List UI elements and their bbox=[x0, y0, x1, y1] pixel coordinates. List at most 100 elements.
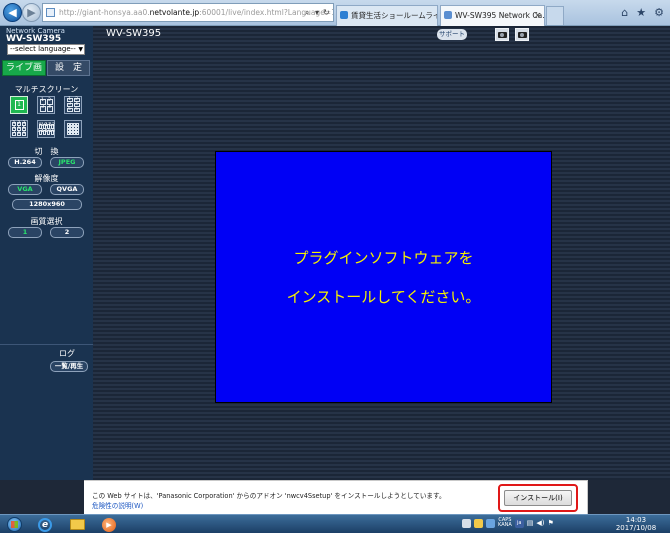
page-icon bbox=[46, 8, 55, 17]
taskbar-ie[interactable]: e bbox=[32, 515, 58, 533]
network-icon[interactable]: ▤ bbox=[527, 519, 534, 527]
start-button[interactable] bbox=[3, 515, 25, 533]
single-screen-button[interactable]: 1 bbox=[10, 96, 28, 114]
quad-grid-icon: 1 2 3 4 bbox=[39, 98, 53, 112]
thirteen-grid-icon: 9 10 11 12 13 14 15 16 bbox=[37, 122, 55, 135]
folder-icon bbox=[69, 519, 85, 530]
snapshot-button-2[interactable] bbox=[515, 28, 529, 41]
jpeg-button[interactable]: JPEG bbox=[50, 157, 84, 168]
ime-indicator[interactable]: CAPS KANA bbox=[498, 518, 512, 528]
live-mode-button[interactable]: ライブ画 bbox=[2, 60, 46, 76]
url-domain-a: giant-honsya.aa0. bbox=[81, 8, 150, 17]
system-tray: CAPS KANA ja ▤ ◀) ⚑ bbox=[462, 518, 554, 528]
arrow-right-icon: ▶ bbox=[27, 6, 36, 19]
tray-app-icon[interactable] bbox=[462, 518, 471, 528]
risk-explanation-link[interactable]: 危険性の説明(W) bbox=[92, 500, 143, 510]
multiscreen-label: マルチスクリーン bbox=[14, 85, 79, 94]
vga-button[interactable]: VGA bbox=[8, 184, 42, 195]
gear-icon[interactable]: ⚙ bbox=[654, 6, 664, 19]
page-title: WV-SW395 bbox=[106, 28, 162, 39]
back-button[interactable]: ◀ bbox=[3, 3, 22, 22]
plugin-message-line2: インストールしてください。 bbox=[286, 288, 481, 306]
clock-date: 2017/10/08 bbox=[615, 524, 657, 532]
chevron-down-icon: ▼ bbox=[78, 46, 83, 53]
search-icon[interactable]: ⌕ bbox=[305, 4, 309, 21]
cell: 16 bbox=[76, 132, 79, 135]
windows-logo-icon bbox=[6, 517, 22, 532]
taskbar-media[interactable]: ▶ bbox=[96, 515, 122, 533]
quality-2-button[interactable]: 2 bbox=[50, 227, 84, 238]
cell: 6 bbox=[73, 106, 80, 112]
cell: 7 bbox=[12, 130, 16, 136]
quality-1-button[interactable]: 1 bbox=[8, 227, 42, 238]
screen-1-icon: 1 bbox=[14, 100, 24, 110]
cell: 3 bbox=[39, 105, 46, 112]
tray-app-icon[interactable] bbox=[486, 518, 495, 528]
clock-time: 14:03 bbox=[625, 516, 647, 524]
cell: 4 bbox=[46, 105, 53, 112]
tab-label: WV-SW395 Network Ca... bbox=[455, 11, 545, 20]
log-label: ログ bbox=[59, 349, 75, 358]
sixteen-grid-icon: 1 2 3 4 5 6 7 8 9 10 11 12 13 14 15 16 bbox=[67, 123, 79, 135]
flag-icon[interactable]: ⚑ bbox=[548, 519, 554, 527]
cell: 16 bbox=[49, 128, 55, 135]
clock[interactable]: 14:03 2017/10/08 bbox=[612, 516, 660, 532]
taskbar: e ▶ CAPS KANA ja ▤ ◀) ⚑ 14:03 2017/10/08 bbox=[0, 514, 670, 533]
page-icon bbox=[444, 11, 452, 19]
forward-button[interactable]: ▶ bbox=[22, 3, 41, 22]
divider bbox=[0, 344, 93, 345]
sixteen-screen-button[interactable]: 1 2 3 4 5 6 7 8 9 10 11 12 13 14 15 16 bbox=[64, 120, 82, 138]
h264-button[interactable]: H.264 bbox=[8, 157, 42, 168]
internet-explorer-icon: e bbox=[38, 517, 52, 532]
log-list-button[interactable]: 一覧/再生 bbox=[50, 361, 88, 372]
dropdown-icon[interactable]: ▾ bbox=[315, 4, 319, 21]
thirteen-screen-button[interactable]: 9 10 11 12 13 14 15 16 bbox=[37, 120, 55, 138]
addon-message: この Web サイトは、'Panasonic Corporation' からのア… bbox=[92, 492, 446, 500]
highlight-ring: インストール(I) bbox=[498, 484, 578, 512]
quad-screen-button[interactable]: 1 2 3 4 bbox=[37, 96, 55, 114]
snapshot-button[interactable] bbox=[495, 28, 509, 41]
support-button[interactable]: サポート bbox=[437, 29, 467, 40]
brand-model: WV-SW395 bbox=[6, 34, 62, 44]
close-tab-icon[interactable]: ✕ bbox=[534, 6, 541, 25]
quality-label: 画質選択 bbox=[30, 217, 63, 226]
cell: 12 bbox=[49, 122, 55, 129]
tab-label: 賃貸生活ショールームライブ... bbox=[351, 11, 438, 20]
favorites-icon[interactable]: ★ bbox=[636, 6, 646, 19]
page-icon bbox=[340, 11, 348, 19]
taskbar-explorer[interactable] bbox=[64, 515, 90, 533]
volume-icon[interactable]: ◀) bbox=[536, 519, 544, 527]
camera-icon bbox=[497, 31, 507, 38]
camera-icon bbox=[517, 31, 527, 38]
toolbar-icons: ⌂ ★ ⚙ bbox=[621, 6, 664, 19]
ime-kana: KANA bbox=[498, 522, 512, 528]
cell: 8 bbox=[17, 130, 21, 136]
language-select-value: --select language-- bbox=[10, 45, 76, 53]
ime-badge-icon[interactable]: ja bbox=[514, 518, 524, 528]
address-bar[interactable]: http://giant-honsya.aa0.netvolante.jp:60… bbox=[42, 3, 334, 22]
refresh-icon[interactable]: ↻ bbox=[323, 4, 330, 21]
media-player-icon: ▶ bbox=[102, 517, 116, 532]
new-tab-button[interactable] bbox=[546, 6, 564, 25]
home-icon[interactable]: ⌂ bbox=[621, 6, 628, 19]
setup-mode-button[interactable]: 設 定 bbox=[47, 60, 90, 76]
resolution-label: 解像度 bbox=[34, 174, 59, 183]
tab-showroom[interactable]: 賃貸生活ショールームライブ... bbox=[336, 5, 438, 26]
control-panel: Network Camera WV-SW395 --select languag… bbox=[0, 26, 93, 480]
six-screen-button[interactable]: 1 2 3 4 5 6 bbox=[64, 96, 82, 114]
cell: 1 bbox=[39, 98, 46, 105]
install-button[interactable]: インストール(I) bbox=[504, 490, 572, 506]
live-view-area: WV-SW395 サポート プラグインソフトウェアを インストールしてください。 bbox=[93, 26, 670, 480]
nine-grid-icon: 1 2 3 4 5 6 7 8 9 bbox=[12, 121, 26, 136]
tab-camera[interactable]: WV-SW395 Network Ca... ✕ bbox=[440, 5, 545, 26]
hd-resolution-button[interactable]: 1280x960 bbox=[12, 199, 82, 210]
tray-app-icon[interactable] bbox=[474, 518, 483, 528]
video-viewer: プラグインソフトウェアを インストールしてください。 bbox=[215, 151, 552, 403]
six-grid-icon: 1 2 3 4 5 6 bbox=[66, 97, 80, 112]
qvga-button[interactable]: QVGA bbox=[50, 184, 84, 195]
switch-label: 切 換 bbox=[34, 147, 59, 156]
url-prefix: http:// bbox=[59, 8, 82, 17]
language-select[interactable]: --select language-- ▼ bbox=[7, 44, 85, 55]
cell: 2 bbox=[46, 98, 53, 105]
nine-screen-button[interactable]: 1 2 3 4 5 6 7 8 9 bbox=[10, 120, 28, 138]
